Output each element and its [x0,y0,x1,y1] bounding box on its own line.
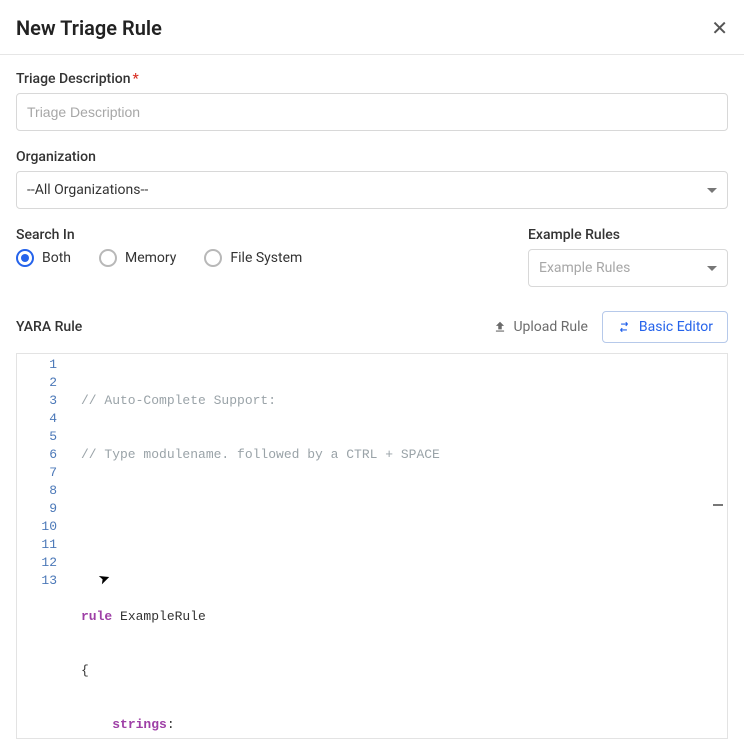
search-in-label: Search In [16,227,508,243]
example-rules-select[interactable]: Example Rules [528,249,728,287]
mouse-cursor-icon: ➤ [96,570,113,591]
radio-icon [99,249,117,267]
organization-label: Organization [16,149,728,165]
radio-both[interactable]: Both [16,249,71,267]
code-area[interactable]: // Auto-Complete Support: // Type module… [75,354,727,738]
organization-select[interactable]: --All Organizations-- [16,171,728,209]
radio-memory[interactable]: Memory [99,249,176,267]
triage-description-label: Triage Description* [16,71,728,87]
triage-description-input[interactable] [16,93,728,131]
modal-title: New Triage Rule [16,16,162,40]
upload-icon [493,320,507,334]
line-number-gutter: 1 2 3 4 5 6 7 8 9 10 11 12 13 [17,354,75,738]
example-rules-placeholder: Example Rules [539,260,630,276]
minimap-indicator [713,504,723,506]
example-rules-label: Example Rules [528,227,728,243]
close-icon[interactable]: ✕ [711,16,728,40]
yara-code-editor[interactable]: 1 2 3 4 5 6 7 8 9 10 11 12 13 // Auto-Co… [16,353,728,739]
radio-icon [204,249,222,267]
chevron-down-icon [707,188,717,193]
basic-editor-button[interactable]: Basic Editor [602,311,728,343]
chevron-down-icon [707,266,717,271]
required-indicator: * [133,71,139,87]
yara-rule-label: YARA Rule [16,319,82,335]
upload-rule-button[interactable]: Upload Rule [493,319,587,335]
organization-select-value: --All Organizations-- [27,182,148,198]
radio-icon [16,249,34,267]
swap-icon [617,320,631,334]
radio-file-system[interactable]: File System [204,249,302,267]
